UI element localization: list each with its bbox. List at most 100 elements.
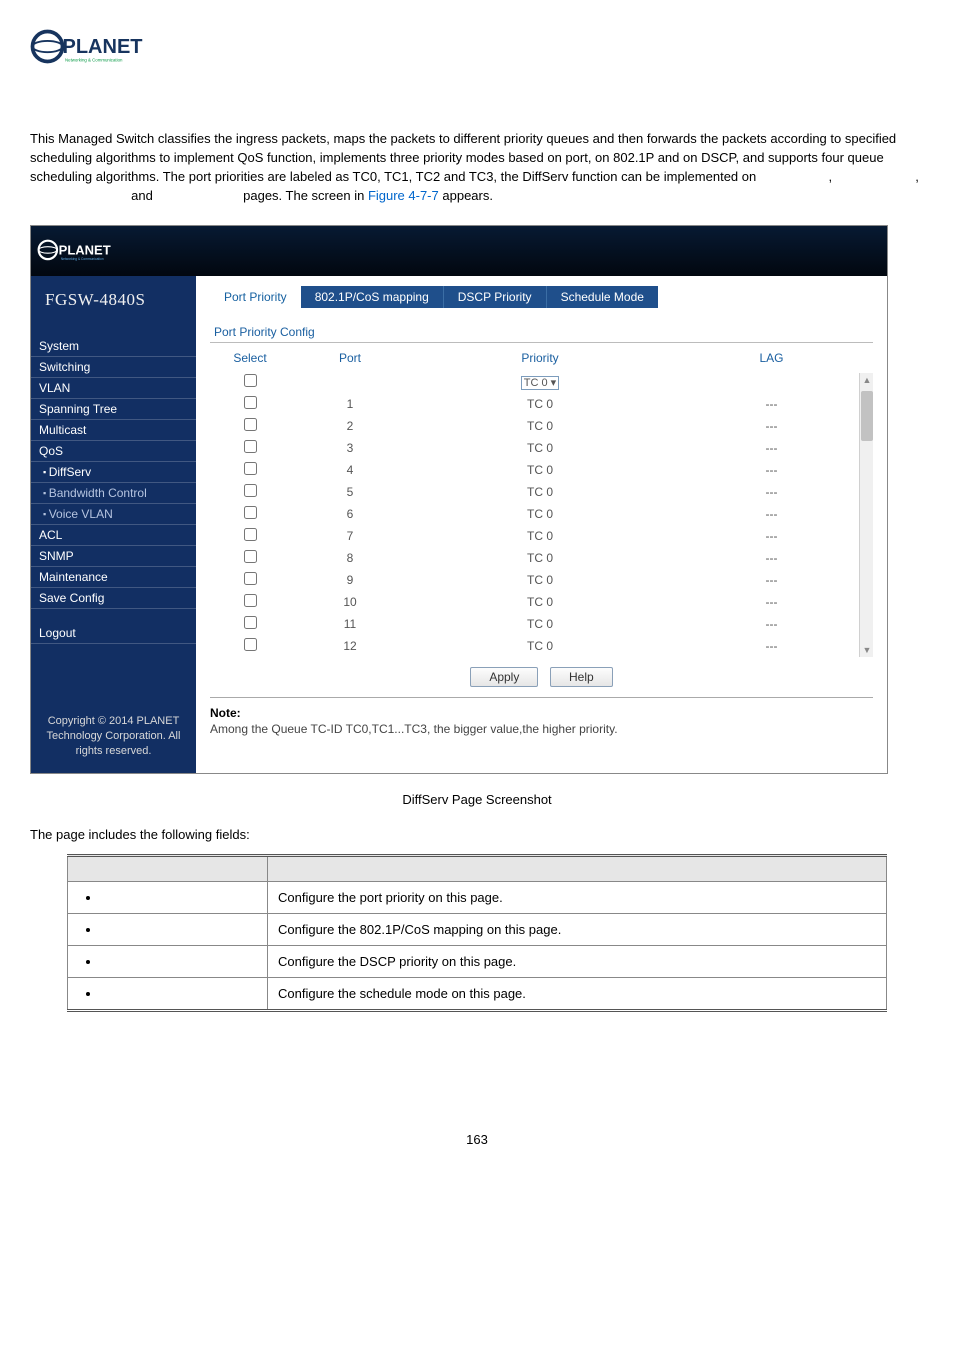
row-lag: ---	[670, 481, 873, 503]
doc-logo: PLANET Networking & Communication	[30, 24, 924, 82]
row-priority: TC 0	[410, 525, 670, 547]
row-priority: TC 0	[410, 415, 670, 437]
sidebar: FGSW-4840S SystemSwitchingVLANSpanning T…	[31, 276, 196, 773]
scroll-thumb[interactable]	[861, 391, 873, 441]
row-lag: ---	[670, 635, 873, 657]
help-button[interactable]: Help	[550, 667, 613, 687]
row-port: 9	[290, 569, 410, 591]
table-row: 2TC 0---	[210, 415, 873, 437]
page-number: 163	[30, 1132, 924, 1147]
row-priority: TC 0	[410, 635, 670, 657]
row-priority: TC 0	[410, 503, 670, 525]
tab-802-1p-cos-mapping[interactable]: 802.1P/CoS mapping	[301, 286, 444, 308]
row-priority: TC 0	[410, 613, 670, 635]
row-priority: TC 0	[410, 393, 670, 415]
col-priority: Priority	[410, 345, 670, 371]
sidebar-item-vlan[interactable]: VLAN	[31, 378, 196, 399]
row-lag: ---	[670, 437, 873, 459]
select-all-checkbox[interactable]	[244, 374, 257, 387]
scroll-up-icon[interactable]: ▲	[862, 375, 872, 385]
sidebar-item-save-config[interactable]: Save Config	[31, 588, 196, 609]
apply-button[interactable]: Apply	[470, 667, 538, 687]
row-port: 7	[290, 525, 410, 547]
priority-select[interactable]: TC 0 ▾	[521, 376, 559, 390]
sidebar-item-qos[interactable]: QoS	[31, 441, 196, 462]
bullet-icon	[86, 896, 90, 900]
table-row: 1TC 0---	[210, 393, 873, 415]
fields-desc-cell: Configure the DSCP priority on this page…	[268, 945, 887, 977]
fields-row: Configure the DSCP priority on this page…	[68, 945, 887, 977]
intro-text-b: pages. The screen in	[243, 188, 364, 203]
sidebar-item-diffserv[interactable]: DiffServ	[31, 462, 196, 483]
fields-head-description	[268, 855, 887, 881]
tab-dscp-priority[interactable]: DSCP Priority	[444, 286, 547, 308]
sidebar-item-snmp[interactable]: SNMP	[31, 546, 196, 567]
fields-object-cell	[68, 945, 268, 977]
fields-table: Configure the port priority on this page…	[67, 854, 887, 1012]
bullet-icon	[86, 960, 90, 964]
row-port: 10	[290, 591, 410, 613]
row-priority: TC 0	[410, 437, 670, 459]
fields-row: Configure the 802.1P/CoS mapping on this…	[68, 913, 887, 945]
row-priority: TC 0	[410, 547, 670, 569]
row-checkbox[interactable]	[244, 638, 257, 651]
fields-head-object	[68, 855, 268, 881]
row-checkbox[interactable]	[244, 550, 257, 563]
copyright-text: Copyright © 2014 PLANET Technology Corpo…	[31, 644, 196, 765]
sidebar-item-switching[interactable]: Switching	[31, 357, 196, 378]
row-port: 8	[290, 547, 410, 569]
port-priority-table: Select Port Priority LAG TC 0 ▾	[210, 345, 873, 657]
table-row: 9TC 0---	[210, 569, 873, 591]
row-lag: ---	[670, 525, 873, 547]
row-checkbox[interactable]	[244, 594, 257, 607]
col-port: Port	[290, 345, 410, 371]
table-row: 10TC 0---	[210, 591, 873, 613]
sidebar-item-multicast[interactable]: Multicast	[31, 420, 196, 441]
figure-ref: Figure 4-7-7	[368, 188, 439, 203]
scroll-down-icon[interactable]: ▼	[862, 645, 872, 655]
row-priority: TC 0	[410, 569, 670, 591]
note-label: Note:	[210, 706, 873, 720]
note-text: Among the Queue TC-ID TC0,TC1...TC3, the…	[210, 720, 873, 738]
sidebar-item-maintenance[interactable]: Maintenance	[31, 567, 196, 588]
screenshot-header: PLANET Networking & Communication	[31, 226, 887, 276]
sidebar-item-system[interactable]: System	[31, 336, 196, 357]
sidebar-item-logout[interactable]: Logout	[31, 623, 196, 644]
row-lag: ---	[670, 415, 873, 437]
row-lag: ---	[670, 459, 873, 481]
table-row: 8TC 0---	[210, 547, 873, 569]
intro-comma-1: ,	[828, 169, 832, 184]
row-checkbox[interactable]	[244, 440, 257, 453]
row-priority: TC 0	[410, 591, 670, 613]
row-checkbox[interactable]	[244, 396, 257, 409]
row-checkbox[interactable]	[244, 572, 257, 585]
sidebar-item-spanning-tree[interactable]: Spanning Tree	[31, 399, 196, 420]
row-checkbox[interactable]	[244, 506, 257, 519]
table-row: 6TC 0---	[210, 503, 873, 525]
tab-schedule-mode[interactable]: Schedule Mode	[547, 286, 658, 308]
row-port: 2	[290, 415, 410, 437]
figure-caption: DiffServ Page Screenshot	[30, 792, 924, 807]
row-lag: ---	[670, 569, 873, 591]
table-row: 5TC 0---	[210, 481, 873, 503]
row-checkbox[interactable]	[244, 462, 257, 475]
sidebar-item-acl[interactable]: ACL	[31, 525, 196, 546]
row-checkbox[interactable]	[244, 484, 257, 497]
sidebar-item-bandwidth-control[interactable]: Bandwidth Control	[31, 483, 196, 504]
fields-row: Configure the port priority on this page…	[68, 881, 887, 913]
screenshot: PLANET Networking & Communication FGSW-4…	[30, 225, 888, 774]
row-checkbox[interactable]	[244, 418, 257, 431]
scrollbar[interactable]: ▲ ▼	[859, 373, 873, 657]
row-checkbox[interactable]	[244, 528, 257, 541]
row-priority: TC 0	[410, 481, 670, 503]
bullet-icon	[86, 928, 90, 932]
row-port: 1	[290, 393, 410, 415]
intro-comma-2: ,	[915, 169, 919, 184]
sidebar-item-voice-vlan[interactable]: Voice VLAN	[31, 504, 196, 525]
fields-intro: The page includes the following fields:	[30, 827, 924, 842]
row-lag: ---	[670, 613, 873, 635]
tab-port-priority[interactable]: Port Priority	[210, 286, 301, 308]
intro-paragraph: This Managed Switch classifies the ingre…	[30, 130, 924, 205]
table-row: 7TC 0---	[210, 525, 873, 547]
row-checkbox[interactable]	[244, 616, 257, 629]
